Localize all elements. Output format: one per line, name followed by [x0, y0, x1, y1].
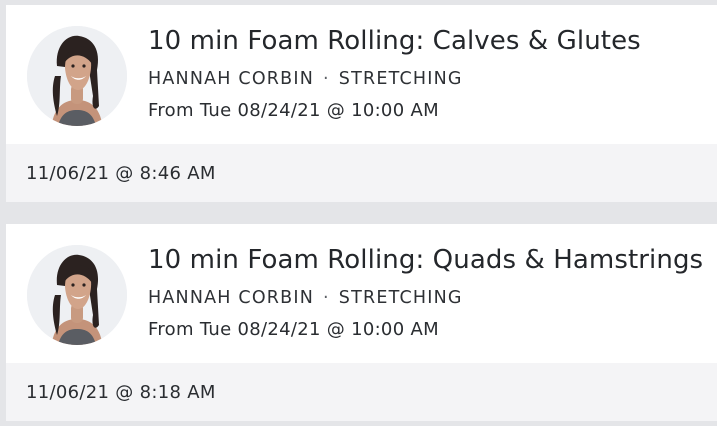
class-schedule: From Tue 08/24/21 @ 10:00 AM — [148, 100, 439, 121]
class-title: 10 min Foam Rolling: Quads & Hamstrings — [148, 245, 704, 275]
meta-separator: · — [323, 288, 330, 308]
class-card[interactable]: 10 min Foam Rolling: Calves & Glutes HAN… — [6, 5, 717, 202]
instructor-name[interactable]: HANNAH CORBIN — [148, 69, 314, 89]
meta-separator: · — [323, 69, 330, 89]
class-category: STRETCHING — [338, 288, 463, 308]
instructor-avatar-icon — [27, 26, 127, 126]
instructor-avatar — [27, 26, 127, 126]
class-schedule: From Tue 08/24/21 @ 10:00 AM — [148, 319, 439, 340]
class-card-header[interactable]: 10 min Foam Rolling: Calves & Glutes HAN… — [6, 5, 717, 143]
class-meta: HANNAH CORBIN · STRETCHING — [148, 69, 463, 89]
workout-history-list: 10 min Foam Rolling: Calves & Glutes HAN… — [0, 0, 717, 426]
instructor-avatar — [27, 245, 127, 345]
class-title: 10 min Foam Rolling: Calves & Glutes — [148, 26, 641, 56]
class-category: STRETCHING — [338, 69, 463, 89]
class-meta: HANNAH CORBIN · STRETCHING — [148, 288, 463, 308]
class-card-header[interactable]: 10 min Foam Rolling: Quads & Hamstrings … — [6, 224, 717, 362]
instructor-name[interactable]: HANNAH CORBIN — [148, 288, 314, 308]
taken-at-timestamp: 11/06/21 @ 8:18 AM — [6, 363, 717, 421]
taken-at-timestamp: 11/06/21 @ 8:46 AM — [6, 144, 717, 202]
class-card[interactable]: 10 min Foam Rolling: Quads & Hamstrings … — [6, 224, 717, 421]
instructor-avatar-icon — [27, 245, 127, 345]
